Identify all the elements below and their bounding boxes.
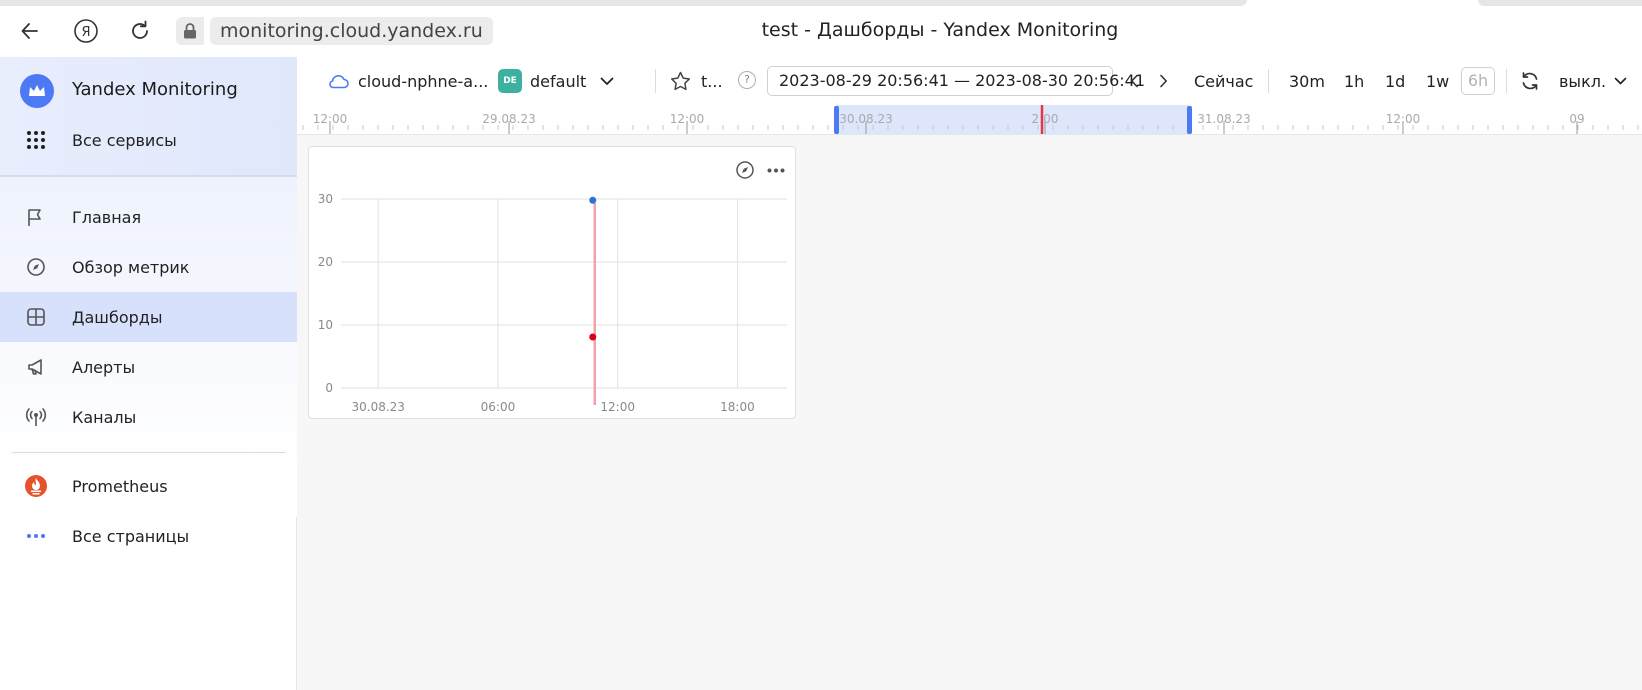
chevron-left-icon <box>1130 74 1139 88</box>
sidebar-title: Yandex Monitoring <box>72 79 238 100</box>
timeline-handle-left <box>834 106 839 134</box>
sidebar-item-label: Главная <box>72 207 142 227</box>
compass-icon <box>18 249 54 285</box>
timeline-tick-label: 29.08.23 <box>482 112 535 126</box>
sidebar-item-label: Все страницы <box>72 526 190 546</box>
chevron-down-icon <box>1614 77 1627 85</box>
svg-text:Я: Я <box>81 25 90 40</box>
timeline-tick-label: 31.08.23 <box>1197 112 1250 126</box>
next-range-button[interactable] <box>1159 57 1168 105</box>
timeline-tick-label: 30.08.23 <box>839 112 892 126</box>
broadcast-icon <box>18 399 54 435</box>
reload-icon[interactable] <box>122 13 158 49</box>
megaphone-icon <box>18 349 54 385</box>
timeline-handle-right <box>1187 106 1192 134</box>
preset-6h[interactable]: 6h <box>1461 67 1495 95</box>
previous-range-button[interactable] <box>1130 57 1139 105</box>
star-icon <box>670 71 691 91</box>
time-range-input[interactable]: 2023-08-29 20:56:41 — 2023-08-30 20:56:4… <box>767 66 1145 96</box>
preset-1d[interactable]: 1d <box>1385 57 1405 105</box>
sidebar-item-label: Дашборды <box>72 307 163 327</box>
sidebar-item-label: Каналы <box>72 407 137 427</box>
chart-plot: 0 10 20 30 30.08.23 06:00 12:00 18:00 <box>318 192 787 414</box>
cloud-selector[interactable]: cloud-nphne-a... <box>327 57 488 105</box>
auto-refresh-dropdown[interactable]: выкл. <box>1559 57 1627 105</box>
lock-icon <box>176 17 204 45</box>
favorite-button[interactable] <box>670 57 691 105</box>
sidebar-item-label: Все сервисы <box>72 130 177 150</box>
sidebar: Yandex Monitoring Все сервисы Главная Об… <box>0 57 297 690</box>
sidebar-item-home[interactable]: Главная <box>0 192 297 242</box>
sidebar-item-label: Prometheus <box>72 476 168 496</box>
data-point <box>589 333 597 341</box>
folder-badge: DE <box>498 69 522 93</box>
chart-widget: 0 10 20 30 30.08.23 06:00 12:00 18:00 <box>308 146 796 419</box>
data-point <box>589 196 597 204</box>
sidebar-item-channels[interactable]: Каналы <box>0 392 297 442</box>
sidebar-item-prometheus[interactable]: Prometheus <box>0 461 297 511</box>
main-area: cloud-nphne-a... DE default t... ? 2023-… <box>297 57 1642 690</box>
timeline-tick-label: 09 <box>1569 112 1584 126</box>
y-tick-label: 0 <box>325 381 333 395</box>
x-tick-label: 06:00 <box>481 400 516 414</box>
prometheus-icon <box>18 468 54 504</box>
help-icon[interactable]: ? <box>738 71 756 89</box>
x-tick-label: 18:00 <box>720 400 755 414</box>
grid-dots-icon <box>18 122 54 158</box>
more-horizontal-icon <box>18 518 54 554</box>
folder-name: default <box>530 71 587 91</box>
sidebar-item-dashboards[interactable]: Дашборды <box>0 292 297 342</box>
address-bar[interactable]: monitoring.cloud.yandex.ru <box>210 17 493 45</box>
now-button[interactable]: Сейчас <box>1194 57 1253 105</box>
preset-1w[interactable]: 1w <box>1426 57 1449 105</box>
sidebar-item-label: Обзор метрик <box>72 257 190 277</box>
sidebar-item-all-pages[interactable]: Все страницы <box>0 511 297 561</box>
sidebar-item-alerts[interactable]: Алерты <box>0 342 297 392</box>
refresh-button[interactable] <box>1520 57 1540 105</box>
folder-selector[interactable]: DE default <box>498 57 586 105</box>
preset-1h[interactable]: 1h <box>1344 57 1364 105</box>
preset-30m[interactable]: 30m <box>1289 57 1325 105</box>
cloud-name: cloud-nphne-a... <box>358 71 489 91</box>
browser-toolbar: Я monitoring.cloud.yandex.ru test - Дашб… <box>0 6 1642 58</box>
yandex-logo-icon[interactable]: Я <box>68 13 104 49</box>
sidebar-divider <box>12 452 286 453</box>
sidebar-item-metrics[interactable]: Обзор метрик <box>0 242 297 292</box>
sidebar-item-all-services[interactable]: Все сервисы <box>0 115 297 165</box>
auto-refresh-value: выкл. <box>1559 71 1607 91</box>
timeline-tick-label: 12:00 <box>313 112 348 126</box>
timeline-tick-label: 12:00 <box>670 112 705 126</box>
back-arrow-icon[interactable] <box>12 13 48 49</box>
flag-icon <box>18 199 54 235</box>
sidebar-item-label: Алерты <box>72 357 136 377</box>
timeline-tick-label: 12:00 <box>1386 112 1421 126</box>
chevron-down-icon <box>600 77 614 86</box>
chevron-right-icon <box>1159 74 1168 88</box>
timeline-svg: 12:00 29.08.23 12:00 30.08.23 2:00 31.08.23 12… <box>302 105 1639 134</box>
x-tick-label: 30.08.23 <box>351 400 404 414</box>
dashboard-name[interactable]: t... <box>701 57 723 105</box>
y-tick-label: 20 <box>318 255 333 269</box>
refresh-icon <box>1520 71 1540 91</box>
page-title: test - Дашборды - Yandex Monitoring <box>761 19 1119 41</box>
y-tick-label: 30 <box>318 192 333 206</box>
dashboard-toolbar: cloud-nphne-a... DE default t... ? 2023-… <box>297 57 1642 105</box>
dashboard-grid-icon <box>18 299 54 335</box>
folder-dropdown-button[interactable] <box>600 57 614 105</box>
timeline-tick-label: 2:00 <box>1032 112 1059 126</box>
timeline-navigator[interactable]: 12:00 29.08.23 12:00 30.08.23 2:00 31.08.23 12… <box>297 105 1642 135</box>
y-tick-label: 10 <box>318 318 333 332</box>
cloud-icon <box>327 73 349 89</box>
x-tick-label: 12:00 <box>600 400 635 414</box>
monitoring-logo-icon[interactable] <box>20 74 54 108</box>
